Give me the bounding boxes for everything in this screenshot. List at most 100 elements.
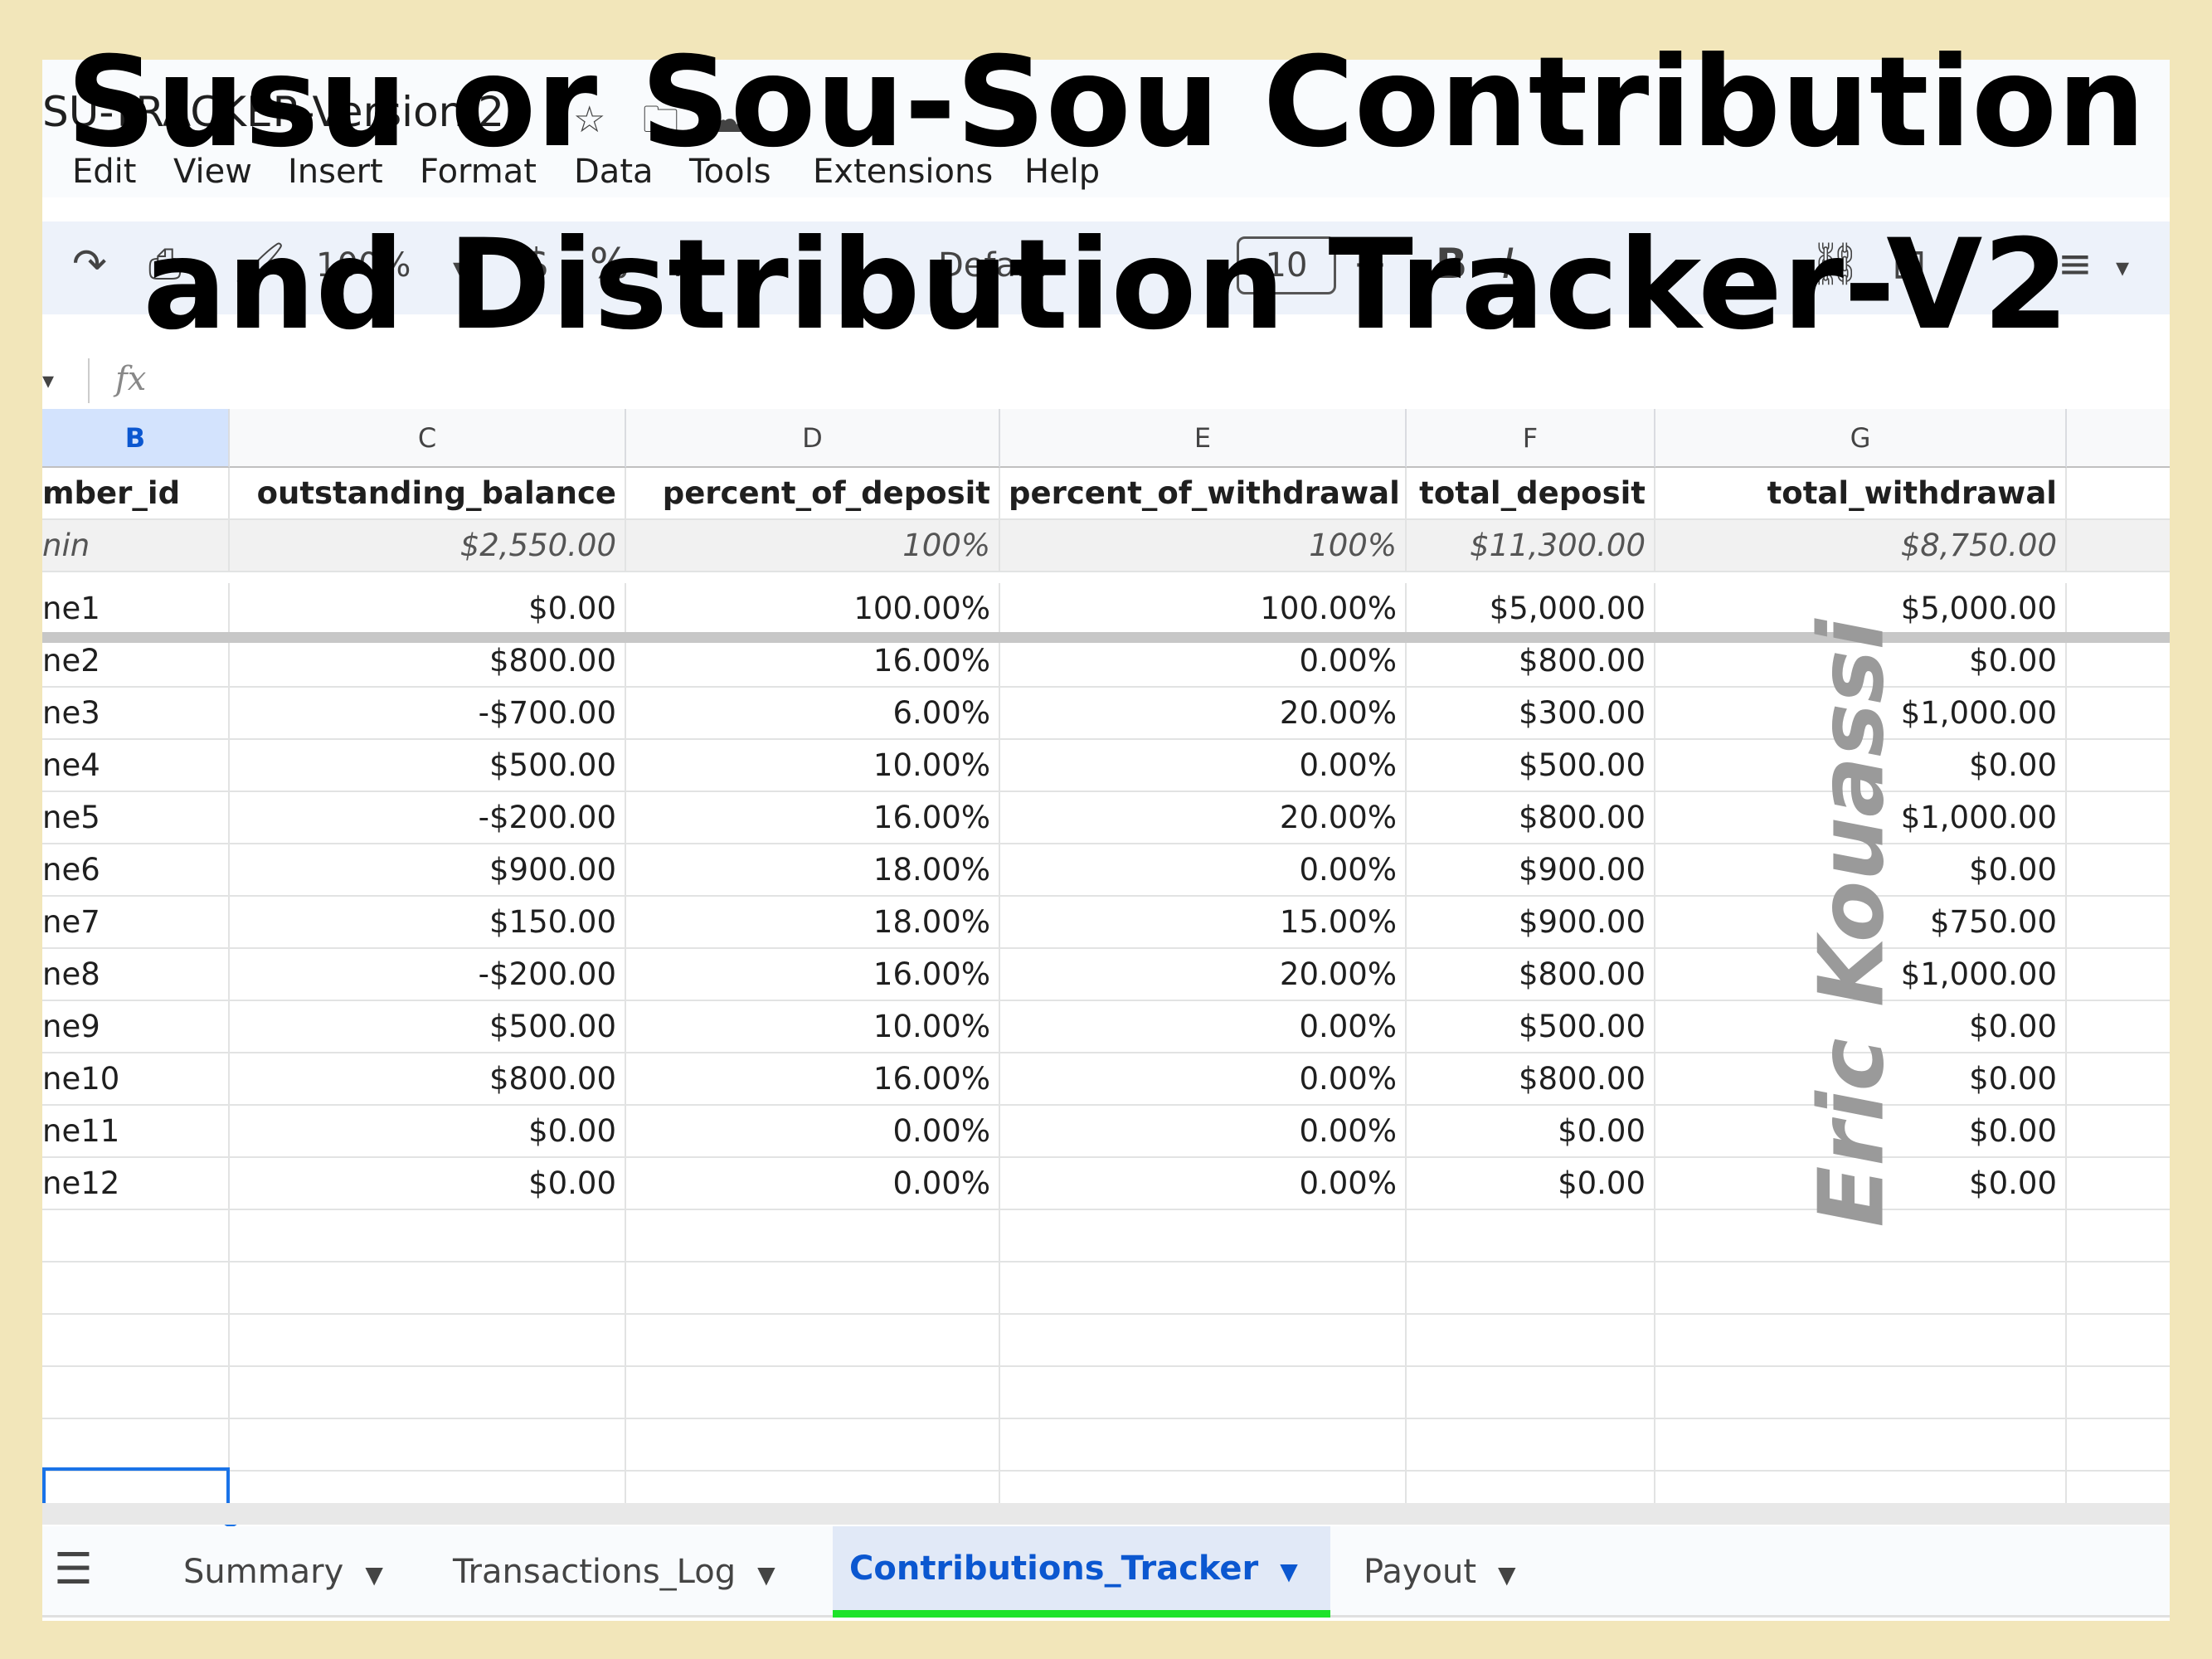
tab-contributions-tracker[interactable]: Contributions_Tracker ▼ xyxy=(833,1526,1330,1618)
cell[interactable]: $0.00 xyxy=(230,583,626,635)
cell[interactable] xyxy=(42,1419,230,1471)
cell[interactable]: $0.00 xyxy=(230,1158,626,1209)
cell[interactable] xyxy=(1655,1419,2067,1471)
all-sheets-menu-icon[interactable]: ☰ xyxy=(54,1545,93,1594)
cell[interactable]: $300.00 xyxy=(1407,688,1655,739)
cell[interactable]: 100% xyxy=(1000,520,1407,572)
cell[interactable]: 16.00% xyxy=(626,949,1000,1000)
cell[interactable]: 0.00% xyxy=(626,1158,1000,1209)
cell[interactable]: ne9 xyxy=(42,1001,230,1053)
cell[interactable] xyxy=(1655,1315,2067,1366)
cell[interactable] xyxy=(1407,1367,1655,1418)
cell[interactable] xyxy=(2067,520,2170,572)
cell[interactable] xyxy=(2067,949,2170,1000)
cell[interactable]: 20.00% xyxy=(1000,792,1407,844)
cell[interactable]: 10.00% xyxy=(626,1001,1000,1053)
cell[interactable] xyxy=(1407,1262,1655,1314)
cell[interactable] xyxy=(2067,688,2170,739)
cell[interactable] xyxy=(1407,1210,1655,1262)
cell[interactable] xyxy=(626,1419,1000,1471)
cell[interactable]: 16.00% xyxy=(626,635,1000,687)
cell[interactable] xyxy=(626,1210,1000,1262)
cell[interactable]: $150.00 xyxy=(230,897,626,948)
column-header-h[interactable] xyxy=(2067,409,2170,468)
cell[interactable] xyxy=(42,1262,230,1314)
tab-summary[interactable]: Summary ▼ xyxy=(167,1526,400,1618)
cell[interactable]: 10.00% xyxy=(626,740,1000,791)
cell[interactable]: 20.00% xyxy=(1000,688,1407,739)
cell[interactable] xyxy=(2067,1053,2170,1105)
cell[interactable] xyxy=(1407,1419,1655,1471)
cell[interactable] xyxy=(230,1419,626,1471)
cell[interactable]: ne1 xyxy=(42,583,230,635)
cell[interactable] xyxy=(2067,792,2170,844)
cell[interactable]: 20.00% xyxy=(1000,949,1407,1000)
cell[interactable]: $800.00 xyxy=(1407,635,1655,687)
cell[interactable]: nin xyxy=(42,520,230,572)
cell[interactable] xyxy=(230,1262,626,1314)
cell[interactable] xyxy=(2067,844,2170,896)
cell[interactable] xyxy=(2067,1001,2170,1053)
cell[interactable] xyxy=(1000,1210,1407,1262)
column-header-e[interactable]: E xyxy=(1000,409,1407,468)
cell[interactable]: $900.00 xyxy=(230,844,626,896)
cell[interactable] xyxy=(2067,635,2170,687)
cell[interactable] xyxy=(626,1315,1000,1366)
cell[interactable]: $500.00 xyxy=(230,740,626,791)
cell[interactable]: $800.00 xyxy=(1407,792,1655,844)
cell[interactable]: 0.00% xyxy=(626,1106,1000,1157)
cell[interactable]: 100% xyxy=(626,520,1000,572)
cell[interactable]: 16.00% xyxy=(626,1053,1000,1105)
cell[interactable]: $800.00 xyxy=(230,1053,626,1105)
cell[interactable]: $900.00 xyxy=(1407,897,1655,948)
cell[interactable]: -$200.00 xyxy=(230,949,626,1000)
cell[interactable]: $0.00 xyxy=(1407,1106,1655,1157)
cell[interactable] xyxy=(42,1315,230,1366)
cell[interactable]: outstanding_balance xyxy=(230,468,626,519)
chevron-down-icon[interactable]: ▼ xyxy=(1498,1561,1516,1588)
cell[interactable]: -$700.00 xyxy=(230,688,626,739)
cell[interactable]: 100.00% xyxy=(626,583,1000,635)
cell[interactable]: 18.00% xyxy=(626,897,1000,948)
cell[interactable]: $8,750.00 xyxy=(1655,520,2067,572)
column-header-f[interactable]: F xyxy=(1407,409,1655,468)
cell[interactable] xyxy=(1655,1262,2067,1314)
cell[interactable] xyxy=(230,1367,626,1418)
cell[interactable]: 6.00% xyxy=(626,688,1000,739)
cell[interactable]: total_withdrawal xyxy=(1655,468,2067,519)
cell[interactable] xyxy=(2067,1262,2170,1314)
tab-payout[interactable]: Payout ▼ xyxy=(1347,1526,1533,1618)
cell[interactable] xyxy=(2067,1419,2170,1471)
column-header-b[interactable]: B xyxy=(42,409,230,468)
cell[interactable] xyxy=(2067,897,2170,948)
cell[interactable] xyxy=(2067,1158,2170,1209)
cell[interactable]: ne6 xyxy=(42,844,230,896)
cell[interactable] xyxy=(2067,1210,2170,1262)
cell[interactable] xyxy=(1655,1367,2067,1418)
cell[interactable]: ne2 xyxy=(42,635,230,687)
cell[interactable]: $11,300.00 xyxy=(1407,520,1655,572)
cell[interactable] xyxy=(230,1315,626,1366)
cell[interactable]: mber_id xyxy=(42,468,230,519)
cell[interactable]: 100.00% xyxy=(1000,583,1407,635)
cell[interactable]: 15.00% xyxy=(1000,897,1407,948)
cell[interactable] xyxy=(1000,1315,1407,1366)
cell[interactable]: $800.00 xyxy=(1407,1053,1655,1105)
cell[interactable]: ne3 xyxy=(42,688,230,739)
chevron-down-icon[interactable]: ▼ xyxy=(365,1561,383,1588)
cell[interactable] xyxy=(1407,1315,1655,1366)
cell[interactable]: ne11 xyxy=(42,1106,230,1157)
cell[interactable]: $0.00 xyxy=(230,1106,626,1157)
cell[interactable] xyxy=(1000,1262,1407,1314)
cell[interactable]: $0.00 xyxy=(1407,1158,1655,1209)
cell[interactable]: $5,000.00 xyxy=(1407,583,1655,635)
cell[interactable] xyxy=(626,1367,1000,1418)
cell[interactable] xyxy=(2067,468,2170,519)
cell[interactable]: ne5 xyxy=(42,792,230,844)
tab-transactions-log[interactable]: Transactions_Log ▼ xyxy=(436,1526,792,1618)
column-header-c[interactable]: C xyxy=(230,409,626,468)
cell[interactable]: 0.00% xyxy=(1000,1106,1407,1157)
cell[interactable]: 0.00% xyxy=(1000,1158,1407,1209)
cell[interactable]: 0.00% xyxy=(1000,844,1407,896)
cell[interactable]: $900.00 xyxy=(1407,844,1655,896)
